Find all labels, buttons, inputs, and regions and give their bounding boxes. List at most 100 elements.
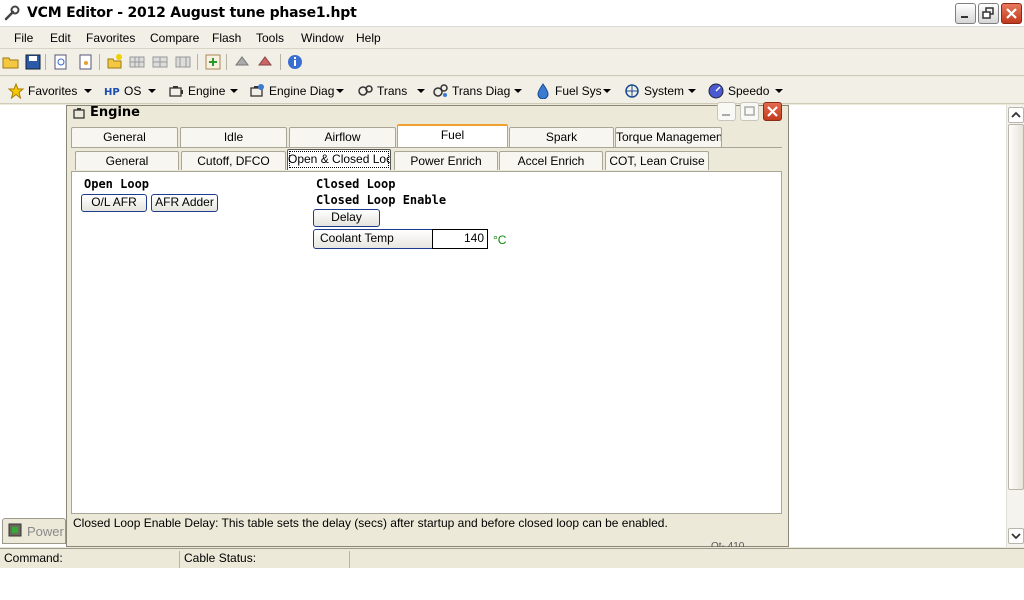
subtab-general[interactable]: General — [75, 151, 179, 170]
side-panel-power-tab[interactable]: Power — [2, 518, 66, 544]
toolbar — [0, 49, 1024, 76]
engine-icon — [169, 86, 183, 97]
scroll-thumb[interactable] — [1008, 124, 1024, 490]
engine-window-caption: Engine — [67, 102, 788, 122]
nav-system-label: System — [644, 84, 685, 98]
chevron-down-icon[interactable] — [775, 89, 783, 93]
toolbar-separator — [226, 54, 227, 70]
tab-fuel[interactable]: Fuel — [397, 124, 508, 147]
closed-loop-enable-title: Closed Loop Enable — [316, 193, 447, 207]
menu-tools[interactable]: Tools — [256, 31, 284, 45]
table-grid-icon[interactable] — [128, 53, 146, 71]
tab-torque-management[interactable]: Torque Management — [615, 127, 722, 147]
print-preview-icon[interactable] — [52, 53, 70, 71]
menu-favorites[interactable]: Favorites — [86, 31, 135, 45]
command-status: Command: — [0, 551, 180, 568]
open-closed-loop-panel: Open Loop O/L AFR AFR Adder Closed Loop … — [71, 171, 782, 514]
save-icon[interactable] — [24, 53, 42, 71]
menu-help[interactable]: Help — [356, 31, 381, 45]
workspace-vertical-scrollbar[interactable] — [1006, 105, 1024, 547]
subtab-accel-enrich[interactable]: Accel Enrich — [499, 151, 603, 170]
chevron-down-icon[interactable] — [603, 89, 611, 93]
chevron-down-icon — [1011, 533, 1021, 540]
table-compare-icon[interactable] — [151, 53, 169, 71]
command-output-area — [0, 568, 1024, 600]
tab-general[interactable]: General — [71, 127, 178, 147]
nav-trans[interactable]: Trans — [357, 81, 427, 100]
category-nav-bar: Favorites HP OS Engine Engine Diag Trans… — [0, 77, 1024, 104]
info-icon[interactable] — [286, 53, 304, 71]
open-folder-icon[interactable] — [2, 53, 20, 71]
close-button[interactable] — [1001, 3, 1022, 24]
tab-idle[interactable]: Idle — [180, 127, 287, 147]
subtab-cutoff-dfco[interactable]: Cutoff, DFCO — [181, 151, 286, 170]
coolant-temp-input[interactable]: 140 — [432, 229, 488, 249]
status-bar: Command: Cable Status: — [0, 548, 1024, 568]
subtab-power-enrich[interactable]: Power Enrich — [394, 151, 498, 170]
delay-button[interactable]: Delay — [313, 209, 380, 227]
chevron-down-icon[interactable] — [336, 89, 344, 93]
nav-favorites-label: Favorites — [28, 84, 78, 98]
menu-window[interactable]: Window — [301, 31, 344, 45]
nav-fuel-sys-label: Fuel Sys — [555, 84, 602, 98]
nav-engine-label: Engine — [188, 84, 226, 98]
chevron-down-icon[interactable] — [230, 89, 238, 93]
toolbar-separator — [45, 54, 46, 70]
menu-flash[interactable]: Flash — [212, 31, 241, 45]
restore-button[interactable] — [978, 3, 999, 24]
maximize-icon — [744, 106, 755, 116]
menu-edit[interactable]: Edit — [50, 31, 71, 45]
nav-speedo[interactable]: Speedo — [708, 81, 786, 100]
chevron-down-icon[interactable] — [688, 89, 696, 93]
new-table-icon[interactable] — [106, 53, 124, 71]
child-maximize-button[interactable] — [740, 102, 759, 121]
write-vehicle-icon[interactable] — [256, 53, 274, 71]
engine-diag-icon — [250, 84, 264, 97]
scroll-down-button[interactable] — [1008, 528, 1024, 544]
ol-afr-button[interactable]: O/L AFR — [81, 194, 147, 212]
vehicle-info-icon[interactable] — [204, 53, 222, 71]
hp-logo-icon: HP — [104, 87, 120, 98]
close-icon — [767, 106, 778, 117]
main-tab-strip-line — [71, 147, 782, 148]
engine-window-title: Engine — [90, 105, 140, 120]
read-vehicle-icon[interactable] — [233, 53, 251, 71]
chevron-down-icon[interactable] — [417, 89, 425, 93]
nav-trans-diag[interactable]: Trans Diag — [432, 81, 524, 100]
menu-compare[interactable]: Compare — [150, 31, 199, 45]
toolbar-separator — [99, 54, 100, 70]
fuel-drop-icon — [537, 83, 549, 99]
nav-system[interactable]: System — [624, 81, 698, 100]
child-minimize-button[interactable] — [717, 102, 736, 121]
subtab-cot-lean-cruise[interactable]: COT, Lean Cruise — [605, 151, 709, 170]
document-icon[interactable] — [77, 53, 95, 71]
menu-bar: File Edit Favorites Compare Flash Tools … — [0, 27, 1024, 49]
window-title: VCM Editor - 2012 August tune phase1.hpt — [27, 5, 357, 21]
nav-trans-label: Trans — [377, 84, 408, 98]
child-close-button[interactable] — [763, 102, 782, 121]
chevron-down-icon[interactable] — [84, 89, 92, 93]
chevron-down-icon[interactable] — [148, 89, 156, 93]
minimize-button[interactable] — [955, 3, 976, 24]
close-icon — [1006, 8, 1017, 19]
tab-airflow[interactable]: Airflow — [289, 127, 396, 147]
nav-fuel-sys[interactable]: Fuel Sys — [535, 81, 613, 100]
description-cut-text: Ot- 410 — [711, 541, 745, 547]
nav-engine-diag-label: Engine Diag — [269, 84, 335, 98]
nav-engine[interactable]: Engine — [168, 81, 240, 100]
nav-favorites[interactable]: Favorites — [8, 81, 92, 100]
wrench-icon — [4, 5, 20, 21]
nav-engine-diag[interactable]: Engine Diag — [249, 81, 347, 100]
afr-adder-button[interactable]: AFR Adder — [151, 194, 218, 212]
description-bar: Closed Loop Enable Delay: This table set… — [71, 515, 782, 547]
svg-text:HP: HP — [104, 87, 120, 98]
nav-os[interactable]: HP OS — [104, 81, 156, 100]
title-bar: VCM Editor - 2012 August tune phase1.hpt — [0, 0, 1024, 27]
scroll-up-button[interactable] — [1008, 107, 1024, 123]
table-copy-icon[interactable] — [174, 53, 192, 71]
subtab-open-closed-loop[interactable]: Open & Closed Loop — [287, 149, 391, 170]
menu-file[interactable]: File — [14, 31, 33, 45]
tab-spark[interactable]: Spark — [509, 127, 614, 147]
star-icon — [8, 83, 24, 99]
chevron-down-icon[interactable] — [514, 89, 522, 93]
